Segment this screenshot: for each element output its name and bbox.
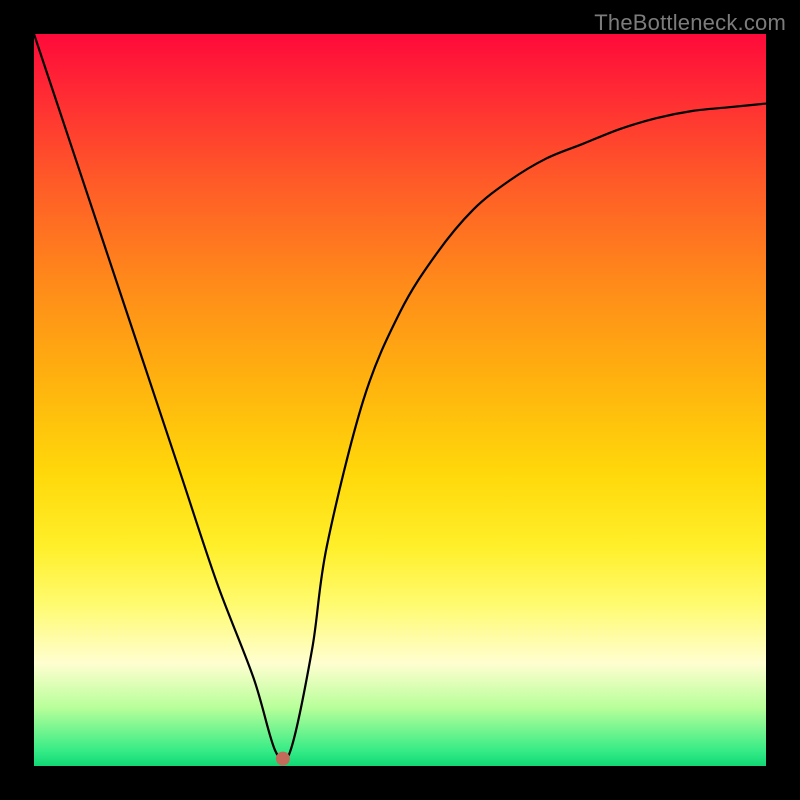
bottleneck-curve-path — [34, 34, 766, 762]
optimal-point-marker — [276, 752, 290, 766]
chart-frame: TheBottleneck.com — [0, 0, 800, 800]
bottleneck-curve — [34, 34, 766, 766]
watermark-text: TheBottleneck.com — [594, 10, 786, 36]
plot-area — [34, 34, 766, 766]
